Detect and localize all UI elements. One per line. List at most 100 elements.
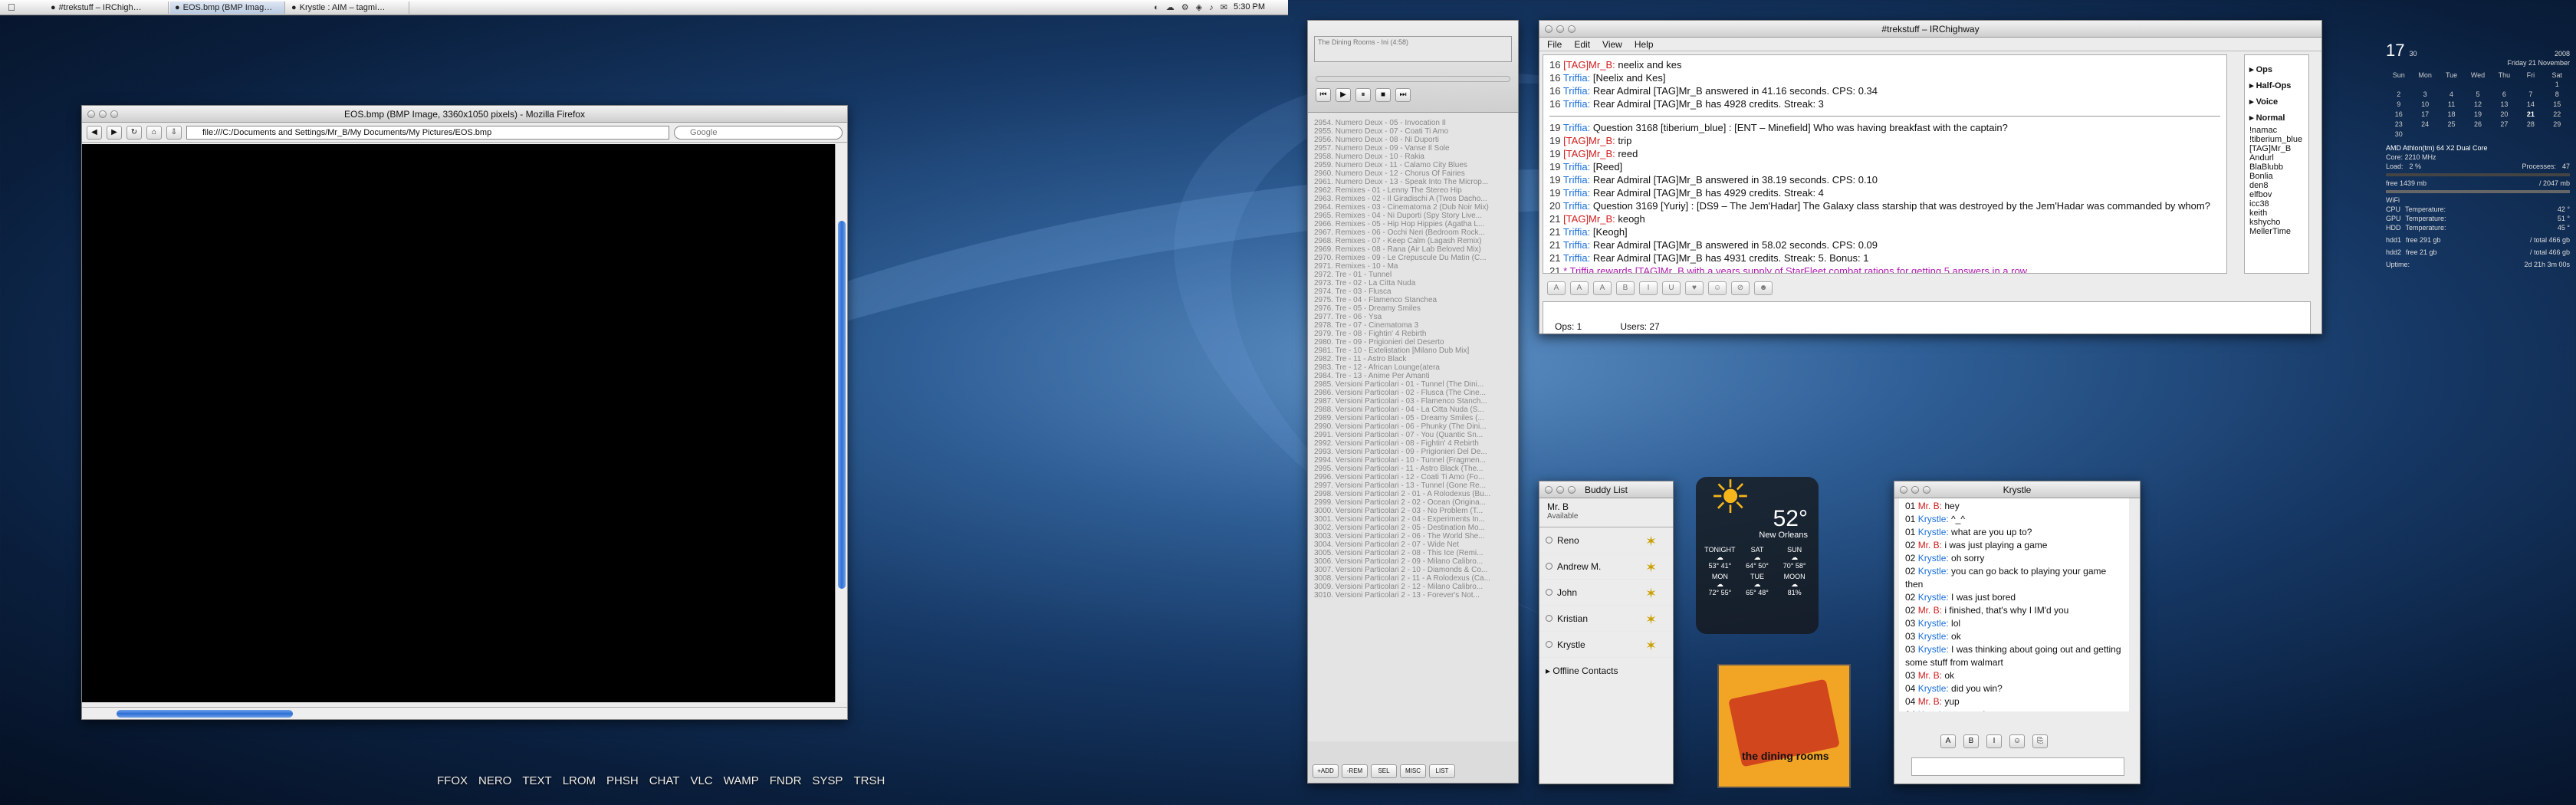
clock[interactable]: 5:30 PM xyxy=(1234,2,1265,12)
playlist-item[interactable]: 3003. Versioni Particolari 2 - 06 - The … xyxy=(1308,532,1518,540)
user-list-item[interactable]: [TAG]Mr_B xyxy=(2249,144,2304,153)
buddy-item[interactable]: Andrew M. ✶ xyxy=(1539,554,1673,580)
playlist-item[interactable]: 2956. Numero Deux - 08 - Ni Duporti xyxy=(1308,136,1518,144)
playlist-item[interactable]: 2968. Remixes - 07 - Keep Calm (Lagash R… xyxy=(1308,237,1518,245)
url-bar[interactable]: file:///C:/Documents and Settings/Mr_B/M… xyxy=(186,125,669,140)
buddy-item[interactable]: Kristian ✶ xyxy=(1539,606,1673,632)
reload-button[interactable]: ↻ xyxy=(127,125,142,140)
user-list-item[interactable]: Andurl xyxy=(2249,153,2304,163)
playlist-item[interactable]: 3010. Versioni Particolari 2 - 13 - Fore… xyxy=(1308,591,1518,600)
user-list-item[interactable]: den8 xyxy=(2249,181,2304,190)
play-icon[interactable]: ▶ xyxy=(1336,88,1351,102)
menu-item[interactable]: Help xyxy=(1635,39,1654,50)
playlist-item[interactable]: 2998. Versioni Particolari 2 - 01 - A Ro… xyxy=(1308,490,1518,498)
zoom-icon[interactable] xyxy=(1923,486,1930,494)
playlist-item[interactable]: 3009. Versioni Particolari 2 - 12 - Mila… xyxy=(1308,583,1518,591)
buddy-item[interactable]: John ✶ xyxy=(1539,580,1673,606)
playlist-item[interactable]: 2994. Versioni Particolari - 10 - Tunnel… xyxy=(1308,456,1518,465)
zoom-icon[interactable] xyxy=(1568,25,1576,33)
playlist-item[interactable]: 2991. Versioni Particolari - 07 - You (Q… xyxy=(1308,431,1518,439)
downloads-button[interactable]: ⇩ xyxy=(166,125,182,140)
close-icon[interactable] xyxy=(87,110,95,118)
apple-menu-icon[interactable]:  xyxy=(8,2,15,13)
user-group-header[interactable]: ▸ Half-Ops xyxy=(2249,80,2304,90)
playlist-item[interactable]: 3000. Versioni Particolari 2 - 03 - No P… xyxy=(1308,507,1518,515)
playlist-item[interactable]: 3005. Versioni Particolari 2 - 08 - This… xyxy=(1308,549,1518,557)
previous-icon[interactable]: ⏮ xyxy=(1316,88,1331,102)
menu-item[interactable]: File xyxy=(1547,39,1562,50)
playlist-item[interactable]: 2997. Versioni Particolari - 13 - Tunnel… xyxy=(1308,481,1518,490)
playlist-item[interactable]: 3004. Versioni Particolari 2 - 07 - Wide… xyxy=(1308,540,1518,549)
user-list-item[interactable]: !tiberium_blue xyxy=(2249,135,2304,144)
user-group-header[interactable]: ▸ Ops xyxy=(2249,64,2304,74)
color-icon[interactable]: A xyxy=(1940,734,1956,748)
playlist-item[interactable]: 3008. Versioni Particolari 2 - 11 - A Ro… xyxy=(1308,574,1518,583)
user-list-item[interactable]: kshycho xyxy=(2249,218,2304,227)
scroll-thumb[interactable] xyxy=(117,710,293,718)
playlist-button[interactable]: +ADD xyxy=(1313,764,1339,778)
dock-item[interactable]: SYSP xyxy=(812,774,843,787)
buddy-item[interactable]: Reno ✶ xyxy=(1539,527,1673,554)
playlist-item[interactable]: 2959. Numero Deux - 11 - Calamo City Blu… xyxy=(1308,161,1518,169)
playlist-item[interactable]: 2966. Remixes - 05 - Hip Hop Hippies (Ag… xyxy=(1308,220,1518,228)
playlist-item[interactable]: 2964. Remixes - 03 - Cinematoma 2 (Dub N… xyxy=(1308,203,1518,212)
image-viewport[interactable] xyxy=(82,144,836,702)
minimize-icon[interactable] xyxy=(99,110,107,118)
attach-icon[interactable]: ⎘ xyxy=(2032,734,2048,748)
playlist-item[interactable]: 2996. Versioni Particolari - 12 - Coati … xyxy=(1308,473,1518,481)
playlist-item[interactable]: 2999. Versioni Particolari 2 - 02 - Ocea… xyxy=(1308,498,1518,507)
playlist-item[interactable]: 2974. Tre - 03 - Flusca xyxy=(1308,288,1518,296)
playlist-item[interactable]: 2981. Tre - 10 - Extelistation [Milano D… xyxy=(1308,347,1518,355)
playlist-button[interactable]: -REM xyxy=(1342,764,1368,778)
zoom-icon[interactable] xyxy=(1568,486,1576,494)
smiley-icon[interactable]: ☺ xyxy=(2009,734,2025,748)
task-irc[interactable]: ● #trekstuff – IRChigh… xyxy=(46,2,169,14)
color-icon[interactable]: A xyxy=(1570,281,1589,295)
buddy-titlebar[interactable]: Buddy List xyxy=(1539,481,1673,498)
playlist-item[interactable]: 2995. Versioni Particolari - 11 - Astro … xyxy=(1308,465,1518,473)
pause-icon[interactable]: ⏸ xyxy=(1355,88,1371,102)
dock-item[interactable]: VLC xyxy=(690,774,712,787)
zoom-icon[interactable] xyxy=(110,110,118,118)
back-button[interactable]: ◀ xyxy=(87,125,102,140)
dock-item[interactable]: PHSH xyxy=(606,774,639,787)
task-firefox[interactable]: ● EOS.bmp (BMP Imag… xyxy=(170,2,285,14)
dock-item[interactable]: FNDR xyxy=(770,774,802,787)
bold-icon[interactable]: B xyxy=(1963,734,1979,748)
playlist-item[interactable]: 2965. Remixes - 04 - Ni Duporti (Spy Sto… xyxy=(1308,212,1518,220)
playlist-item[interactable]: 2982. Tre - 11 - Astro Black xyxy=(1308,355,1518,363)
color-icon[interactable]: A xyxy=(1593,281,1612,295)
im-chat-log[interactable]: 01 Mr. B: hey 01 Krystle: ^_^ 01 Krystle: … xyxy=(1899,498,2129,711)
user-list-item[interactable]: Bonlia xyxy=(2249,172,2304,181)
offline-contacts-group[interactable]: ▸ Offline Contacts xyxy=(1539,658,1673,684)
playlist-button[interactable]: LIST xyxy=(1429,764,1455,778)
emoticon-icon[interactable]: ☻ xyxy=(1754,281,1773,295)
buddy-item[interactable]: Krystle ✶ xyxy=(1539,632,1673,658)
search-input[interactable]: Google xyxy=(674,125,843,140)
playlist-item[interactable]: 2992. Versioni Particolari - 08 - Fighti… xyxy=(1308,439,1518,448)
italic-icon[interactable]: I xyxy=(1639,281,1658,295)
playlist-item[interactable]: 2980. Tre - 09 - Prigionieri del Deserto xyxy=(1308,338,1518,347)
heart-icon[interactable]: ♥ xyxy=(1685,281,1704,295)
irc-titlebar[interactable]: #trekstuff – IRChighway xyxy=(1539,21,2321,38)
playlist-item[interactable]: 3001. Versioni Particolari 2 - 04 - Expe… xyxy=(1308,515,1518,524)
playlist-item[interactable]: 2972. Tre - 01 - Tunnel xyxy=(1308,271,1518,279)
playlist-item[interactable]: 2954. Numero Deux - 05 - Invocation Il xyxy=(1308,119,1518,127)
playlist-item[interactable]: 2955. Numero Deux - 07 - Coati Ti Amo xyxy=(1308,127,1518,136)
color-icon[interactable]: A xyxy=(1547,281,1566,295)
playlist-item[interactable]: 2967. Remixes - 06 - Occhi Neri (Bedroom… xyxy=(1308,228,1518,237)
horizontal-scrollbar[interactable] xyxy=(82,707,847,719)
scroll-thumb[interactable] xyxy=(838,221,846,589)
playlist-item[interactable]: 2975. Tre - 04 - Flamenco Stanchea xyxy=(1308,296,1518,304)
playlist-item[interactable]: 2961. Numero Deux - 13 - Speak Into The … xyxy=(1308,178,1518,186)
my-status[interactable]: Mr. B Available xyxy=(1539,498,1673,527)
playlist-item[interactable]: 2978. Tre - 07 - Cinematoma 3 xyxy=(1308,321,1518,330)
dock-item[interactable]: WAMP xyxy=(724,774,759,787)
playlist-item[interactable]: 2969. Remixes - 08 - Rana (Air Lab Belov… xyxy=(1308,245,1518,254)
forward-button[interactable]: ▶ xyxy=(107,125,122,140)
home-button[interactable]: ⌂ xyxy=(146,125,162,140)
playlist-item[interactable]: 3002. Versioni Particolari 2 - 05 - Dest… xyxy=(1308,524,1518,532)
playlist-item[interactable]: 2983. Tre - 12 - African Lounge(atera xyxy=(1308,363,1518,372)
im-titlebar[interactable]: Krystle xyxy=(1894,481,2140,498)
system-tray-icons[interactable]: ◐ ☁ ⚙ ◈ ♪ ✉ xyxy=(1154,2,1230,12)
